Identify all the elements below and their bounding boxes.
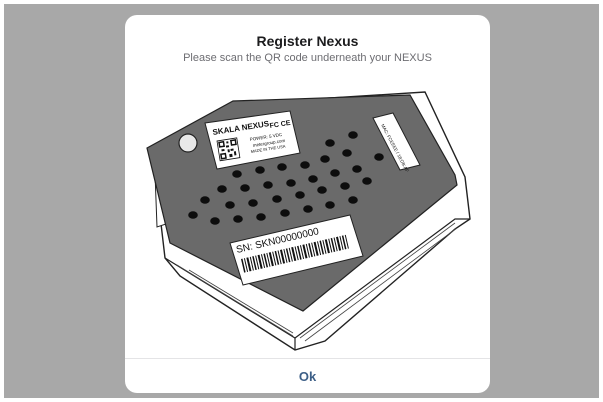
qr-code-icon	[216, 137, 241, 162]
device-button	[178, 133, 198, 153]
dialog-title: Register Nexus	[256, 33, 359, 49]
nexus-device-illustration: SKALA NEXUS FC CE POWER: 5 VDC metergrou…	[146, 91, 471, 351]
register-dialog: Register Nexus Please scan the QR code u…	[125, 15, 490, 393]
dialog-subtitle: Please scan the QR code underneath your …	[183, 52, 432, 64]
ok-button[interactable]: Ok	[125, 359, 490, 393]
